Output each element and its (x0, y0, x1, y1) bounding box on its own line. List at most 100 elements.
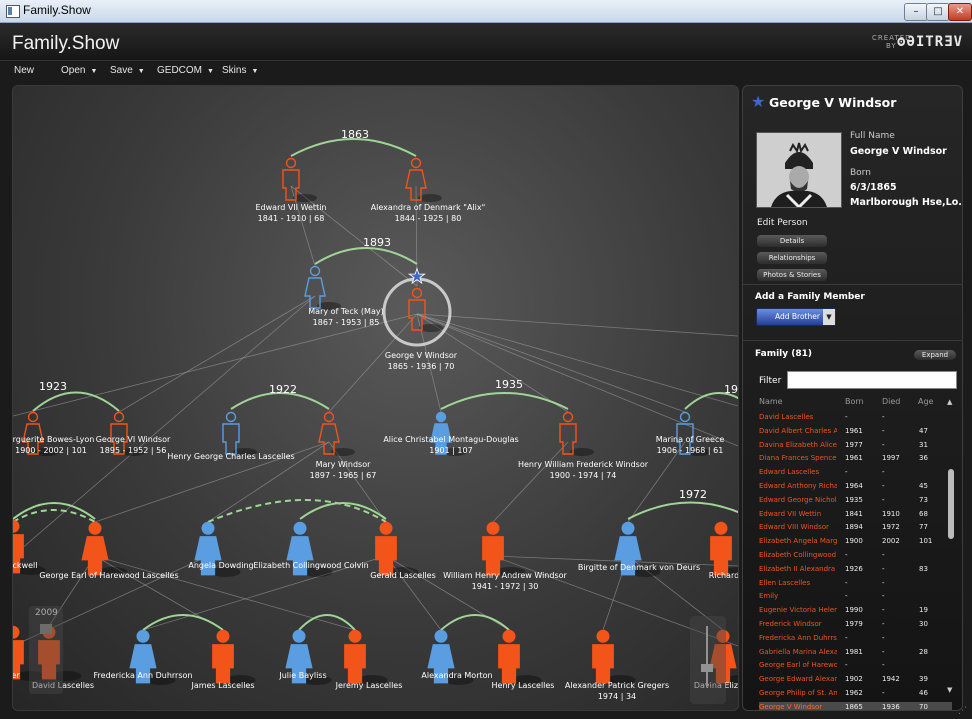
table-row[interactable]: Davina Elizabeth Alice V 1977 - 31 (759, 440, 952, 450)
person-name-label[interactable]: Elizabeth Collingwood Colvin (253, 561, 368, 570)
person-name-label[interactable]: George V Windsor (385, 351, 458, 360)
person-icon[interactable] (405, 157, 442, 203)
person-icon[interactable] (212, 629, 256, 685)
menu-gedcom[interactable]: GEDCOM ▼ (157, 65, 214, 76)
person-icon[interactable] (318, 411, 355, 457)
table-row[interactable]: Edward VIII Windsor 1894 1972 77 (759, 522, 952, 532)
person-name-label[interactable]: George Earl of Harewood Lascelles (39, 571, 178, 580)
person-name-label[interactable]: Henry William Frederick Windsor (518, 460, 649, 469)
person-icon[interactable] (408, 287, 443, 333)
table-row[interactable]: Fredericka Ann Duhrrsc - - (759, 633, 952, 643)
add-brother-button[interactable]: Add Brother ▼ (756, 308, 836, 326)
person-icon[interactable] (375, 521, 419, 577)
cell-born: 1894 (845, 523, 863, 532)
menu-new[interactable]: New (14, 65, 34, 76)
table-row[interactable]: Gabriella Marina Alexa 1981 - 28 (759, 647, 952, 657)
person-name-label[interactable]: Gerald Lascelles (370, 571, 436, 580)
table-row[interactable]: Elizabeth Collingwood (- - (759, 550, 952, 560)
person-icon[interactable] (344, 629, 388, 685)
marriage-arc (314, 247, 418, 265)
person-name-label[interactable]: Alexandra Morton (421, 671, 492, 680)
tree-canvas[interactable]: 1863 1893 1923 1922 1935 19 1972 ★ Edward VII We… (13, 86, 738, 710)
person-icon[interactable] (559, 411, 594, 457)
expand-button[interactable]: Expand (914, 350, 956, 360)
table-row[interactable]: Frederick Windsor 1979 - 30 (759, 619, 952, 629)
person-icon[interactable] (81, 521, 128, 577)
maximize-button[interactable]: □ (926, 3, 950, 21)
column-age[interactable]: Age (918, 397, 933, 406)
table-row[interactable]: Emily - - (759, 591, 952, 601)
person-name-label[interactable]: Henry George Charles Lascelles (167, 452, 294, 461)
menu-open[interactable]: Open ▼ (61, 65, 97, 76)
table-row[interactable]: George Edward Alexanc 1902 1942 39 (759, 674, 952, 684)
person-name-label[interactable]: Alice Christabel Montagu-Douglas (383, 435, 518, 444)
person-name-label[interactable]: arguerite Bowes-Lyon (13, 435, 94, 444)
menu-save[interactable]: Save ▼ (110, 65, 145, 76)
person-icon[interactable] (498, 629, 542, 685)
table-row[interactable]: Edward George Nichola 1935 - 73 (759, 495, 952, 505)
family-tree-diagram[interactable]: 1863 1893 1923 1922 1935 19 1972 ★ Edward VII We… (12, 85, 739, 711)
person-name-label[interactable]: Birgitte of Denmark von Deurs (578, 563, 700, 572)
resize-grip-icon[interactable]: ⋰ (958, 706, 967, 716)
zoom-slider[interactable] (690, 616, 726, 704)
scroll-down-icon[interactable]: ▼ (947, 686, 952, 694)
person-name-label[interactable]: Mary Windsor (316, 460, 372, 469)
person-photo[interactable] (756, 132, 842, 208)
cell-born: 1961 (845, 454, 863, 463)
person-name-label[interactable]: ckwell (13, 561, 37, 570)
person-name-label[interactable]: Angela Dowding (188, 561, 253, 570)
table-row[interactable]: Edward Anthony Richar 1964 - 45 (759, 481, 952, 491)
table-row[interactable]: George Earl of Harewoo - - (759, 660, 952, 670)
person-icon[interactable] (282, 157, 317, 203)
table-row[interactable]: Edward Lascelles - - (759, 467, 952, 477)
person-name-label[interactable]: William Henry Andrew Windsor (443, 571, 567, 580)
photos-stories-button[interactable]: Photos & Stories (756, 268, 828, 282)
marriage-year: 19 (724, 383, 738, 396)
person-name-label[interactable]: James Lascelles (190, 681, 254, 690)
chevron-down-icon[interactable]: ▼ (823, 309, 835, 325)
column-name[interactable]: Name (759, 397, 783, 406)
table-row[interactable]: Ellen Lascelles - - (759, 578, 952, 588)
person-name-label[interactable]: ger (13, 671, 20, 680)
details-button[interactable]: Details (756, 234, 828, 248)
column-died[interactable]: Died (882, 397, 900, 406)
person-name-label[interactable]: Henry Lascelles (492, 681, 555, 690)
scroll-up-icon[interactable]: ▲ (947, 398, 952, 406)
person-name-label[interactable]: Alexandra of Denmark "Alix" (371, 203, 486, 212)
person-name-label[interactable]: Edward VII Wettin (255, 203, 326, 212)
column-born[interactable]: Born (845, 397, 864, 406)
filter-input[interactable] (787, 371, 957, 389)
table-row[interactable]: George V Windsor 1865 1936 70 (759, 701, 952, 710)
person-name-label[interactable]: Mary of Teck (May) (308, 307, 383, 316)
table-row[interactable]: Elizabeth II Alexandra M 1926 - 83 (759, 564, 952, 574)
table-row[interactable]: George Philip of St. Anc 1962 - 46 (759, 688, 952, 698)
person-icon[interactable] (592, 629, 636, 685)
person-name-label[interactable]: Alexander Patrick Gregers (565, 681, 669, 690)
close-button[interactable]: ✕ (948, 3, 972, 21)
table-row[interactable]: Diana Frances Spencer 1961 1997 36 (759, 453, 952, 463)
minimize-button[interactable]: – (904, 3, 928, 21)
person-icon[interactable] (222, 411, 257, 457)
cell-died: 1910 (882, 509, 900, 518)
person-name-label[interactable]: George VI Windsor (96, 435, 171, 444)
person-name-label[interactable]: Julie Bayliss (278, 671, 326, 680)
table-row[interactable]: David Albert Charles Ar 1961 - 47 (759, 426, 952, 436)
table-row[interactable]: David Lascelles - - (759, 412, 952, 422)
person-dates-label: 1941 - 1972 | 30 (472, 582, 539, 591)
chevron-down-icon: ▼ (251, 68, 259, 75)
person-icon[interactable] (710, 521, 738, 577)
person-name-label[interactable]: Marina of Greece (656, 435, 725, 444)
person-name-label[interactable]: Jeremy Lascelles (335, 681, 403, 690)
timeline-slider[interactable] (29, 606, 63, 694)
person-icon[interactable] (304, 265, 341, 311)
scrollbar-thumb[interactable] (948, 469, 954, 539)
table-row[interactable]: Eugenie Victoria Helena 1990 - 19 (759, 605, 952, 615)
table-row[interactable]: Edward VII Wettin 1841 1910 68 (759, 509, 952, 519)
person-icon[interactable] (482, 521, 526, 577)
table-row[interactable]: Elizabeth Angela Margu 1900 2002 101 (759, 536, 952, 546)
relationships-button[interactable]: Relationships (756, 251, 828, 265)
cell-born: 1841 (845, 509, 863, 518)
person-name-label[interactable]: Fredericka Ann Duhrrson (94, 671, 193, 680)
person-name-label[interactable]: Richard A (709, 571, 738, 580)
menu-skins[interactable]: Skins ▼ (222, 65, 258, 76)
